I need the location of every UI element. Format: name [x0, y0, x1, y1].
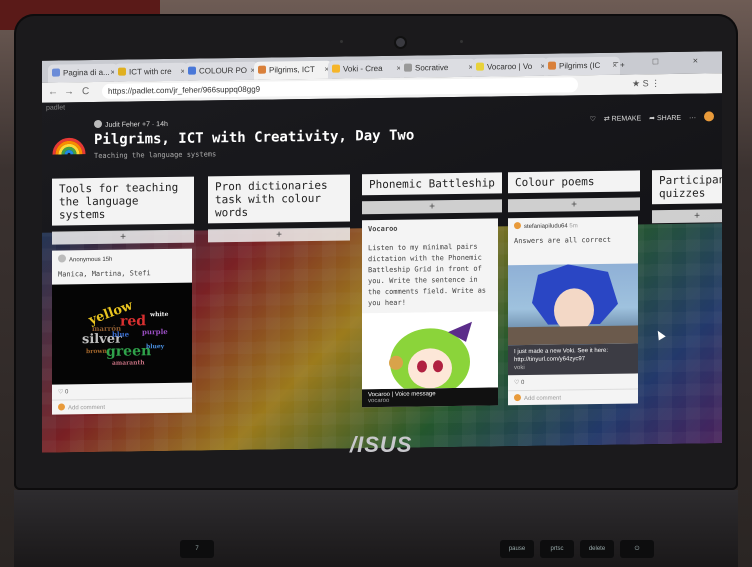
browser-tab[interactable]: Socrative ×	[400, 58, 476, 78]
favicon-icon	[548, 61, 556, 70]
anime-character-image	[362, 311, 498, 390]
word-cloud-word: amaranth	[112, 359, 145, 367]
post-body: Listen to my minimal pairs dictation wit…	[368, 242, 487, 308]
add-post-button[interactable]: +	[508, 197, 640, 213]
browser-tab[interactable]: Vocaroo | Vo ×	[472, 57, 548, 77]
word-cloud-word: brown	[86, 347, 107, 356]
power-key: ⏻	[620, 540, 654, 558]
column-battleship: Phonemic Battleship + Vocaroo Listen to …	[362, 172, 502, 408]
browser-tab-active[interactable]: Pilgrims, ICT ×	[254, 60, 332, 80]
column-pron: Pron dictionaries task with colour words…	[208, 174, 350, 243]
column-title: Phonemic Battleship	[362, 172, 502, 196]
post-heading: Vocaroo	[368, 224, 398, 234]
anime-girl-illustration	[389, 321, 472, 390]
avatar	[58, 403, 65, 411]
back-button[interactable]: ←	[48, 87, 58, 98]
bezel-dot	[460, 40, 463, 43]
keyboard-key: delete	[580, 540, 614, 558]
toolbar-icons[interactable]: ★ S ⋮	[632, 78, 660, 89]
remake-button[interactable]: ⇄ REMAKE	[604, 115, 641, 123]
laptop-brand-logo: /ISUS	[350, 432, 413, 457]
avatar	[94, 119, 102, 129]
column-title: Pron dictionaries task with colour words	[208, 174, 350, 224]
avatar	[514, 394, 521, 402]
word-cloud-word: bluey	[146, 343, 165, 351]
post-card[interactable]: Vocaroo Listen to my minimal pairs dicta…	[362, 218, 498, 408]
add-post-button[interactable]: +	[208, 227, 350, 243]
browser-tab[interactable]: Pagina di a... ×	[48, 63, 118, 83]
favicon-icon	[52, 68, 60, 77]
webcam	[394, 36, 407, 49]
post-body: Answers are all correct	[514, 235, 611, 246]
browser-tab[interactable]: Voki - Crea ×	[328, 59, 404, 79]
column-title: Colour poems	[508, 170, 640, 194]
column-title: Tools for teaching the language systems	[52, 176, 194, 226]
post-card[interactable]: stefaniapiludu64 5m Answers are all corr…	[508, 216, 638, 406]
board-actions: ♡ ⇄ REMAKE ➦ SHARE ···	[584, 111, 714, 123]
word-cloud-word: purple	[142, 326, 168, 337]
add-post-button[interactable]: +	[52, 229, 194, 245]
favicon-icon	[404, 63, 412, 72]
blue-hair-character-illustration	[508, 264, 638, 346]
post-card[interactable]: Anonymous 15h Manica, Martina, Stefi yel…	[52, 248, 192, 415]
browser-tab[interactable]: ICT with cre ×	[114, 62, 188, 82]
word-cloud-word: green	[106, 343, 152, 360]
avatar	[514, 222, 521, 230]
board-subtitle: Teaching the language systems	[94, 150, 217, 161]
laptop-screen: Pagina di a... × ICT with cre × COLOUR PO ×…	[42, 51, 722, 453]
keyboard-key: prtsc	[540, 540, 574, 558]
word-cloud-image: yellow red white purple silver green bro…	[52, 282, 192, 385]
padlet-page: padlet Judit Feher +7 · 14h Pilgrims, IC…	[42, 93, 722, 453]
add-post-button[interactable]: +	[362, 199, 502, 215]
column-tools: Tools for teaching the language systems …	[52, 176, 194, 415]
favicon-icon	[188, 66, 196, 75]
board-author: Judit Feher +7 · 14h	[94, 119, 168, 129]
column-title: Participant quizzes	[652, 168, 722, 205]
favicon-icon	[118, 67, 126, 76]
voki-caption: I just made a new Voki. See it here: htt…	[508, 343, 638, 376]
column-colour-poems: Colour poems + stefaniapiludu64 5m Answe…	[508, 170, 640, 406]
favicon-icon	[476, 62, 484, 71]
bezel-dot	[340, 40, 343, 43]
share-button[interactable]: ➦ SHARE	[649, 115, 681, 122]
media-caption: Vocaroo | Voice message vocaroo	[362, 387, 498, 408]
rainbow-icon	[52, 137, 86, 155]
word-cloud-word: white	[150, 310, 169, 319]
board-title: Pilgrims, ICT with Creativity, Day Two	[94, 127, 415, 149]
reload-button[interactable]: C	[82, 86, 89, 97]
word-cloud-word: blue	[112, 329, 130, 339]
avatar	[58, 254, 66, 263]
add-comment[interactable]: Add comment	[508, 388, 638, 406]
forward-button[interactable]: →	[64, 86, 74, 97]
column-quizzes: Participant quizzes +	[652, 168, 722, 224]
add-post-button[interactable]: +	[652, 208, 722, 224]
voki-avatar-image	[508, 263, 638, 346]
keyboard-key: pause	[500, 540, 534, 558]
post-body: Manica, Martina, Stefi	[58, 269, 151, 279]
padlet-logo[interactable]: padlet	[46, 104, 65, 111]
heart-icon[interactable]: ♡	[590, 116, 596, 123]
more-button[interactable]: ···	[689, 115, 696, 122]
user-avatar[interactable]	[704, 111, 714, 122]
keyboard-row: 7 pause prtsc delete ⏻	[120, 540, 740, 567]
favicon-icon	[332, 64, 340, 73]
favicon-icon	[258, 65, 266, 74]
browser-tab[interactable]: Pilgrims (IC ×	[544, 56, 620, 76]
keyboard-key: 7	[180, 540, 214, 558]
browser-tab[interactable]: COLOUR PO ×	[184, 61, 258, 81]
add-comment[interactable]: Add comment	[52, 397, 192, 415]
window-controls[interactable]: – □ ×	[613, 55, 714, 66]
